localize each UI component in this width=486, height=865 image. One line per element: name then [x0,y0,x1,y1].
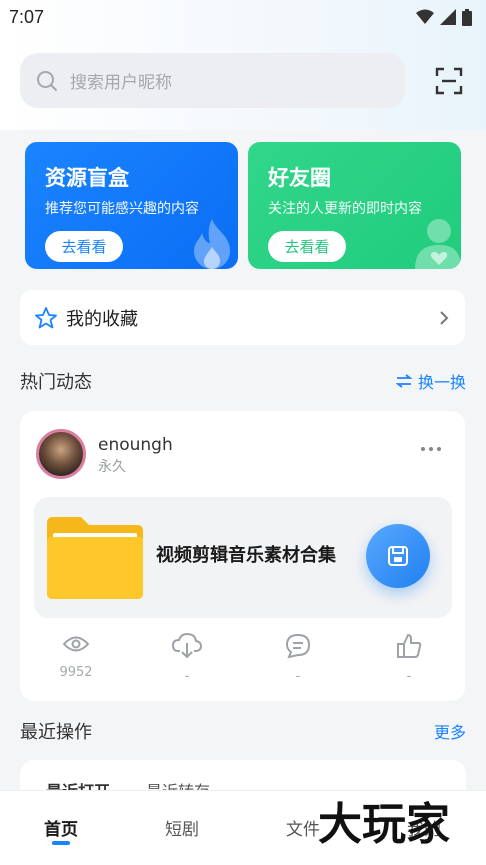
downloads-count: - [184,669,190,684]
likes-count: - [406,669,412,684]
avatar[interactable] [36,429,86,479]
recent-section-header: 最近操作 更多 [20,718,466,744]
more-icon[interactable] [419,444,443,454]
svg-text:大玩家: 大玩家 [318,799,450,847]
resource-item[interactable]: 视频剪辑音乐素材合集 [34,497,452,618]
folder-icon [47,517,143,599]
star-icon [35,306,57,328]
tab-indicator [52,841,70,845]
status-bar: 7:07 [0,0,486,34]
search-row: 搜索用户昵称 [20,53,466,108]
friend-icon [415,219,461,269]
post-stats: 9952 - - - [20,632,465,693]
tab-short-drama[interactable]: 短剧 [165,815,199,840]
favorites-label: 我的收藏 [66,308,138,330]
eye-icon [62,636,90,652]
friends-circle-card[interactable]: 好友圈 关注的人更新的即时内容 去看看 [248,142,461,269]
like-stat[interactable]: - [379,633,439,684]
watermark-logo: 大玩家 [318,799,450,847]
search-icon [37,70,57,91]
refresh-label: 换一换 [417,373,466,392]
card-title: 资源盲盒 [45,166,129,190]
status-icons [416,8,472,26]
cellular-icon [440,9,456,25]
tab-home[interactable]: 首页 [44,815,78,840]
search-placeholder: 搜索用户昵称 [70,73,172,93]
chevron-right-icon [440,311,449,325]
save-icon [388,546,408,566]
recent-section-title: 最近操作 [20,722,92,743]
username[interactable]: enoungh [98,435,173,455]
resource-blindbox-card[interactable]: 资源盲盒 推荐您可能感兴趣的内容 去看看 [25,142,238,269]
status-time: 7:07 [9,6,45,27]
views-stat[interactable]: 9952 [46,633,106,680]
comments-count: - [295,669,301,684]
save-button[interactable] [366,524,430,588]
go-see-button[interactable]: 去看看 [268,231,346,262]
cloud-download-icon [171,632,203,659]
swap-icon [395,374,412,388]
thumbs-up-icon [397,634,422,658]
download-stat[interactable]: - [157,632,217,684]
resource-title: 视频剪辑音乐素材合集 [156,545,336,566]
go-see-button[interactable]: 去看看 [45,231,123,262]
card-title: 好友圈 [268,166,331,190]
card-subtitle: 推荐您可能感兴趣的内容 [45,201,199,217]
hot-section-header: 热门动态 换一换 [20,368,466,394]
my-favorites-row[interactable]: 我的收藏 [20,290,465,345]
post-card[interactable]: enoungh 永久 视频剪辑音乐素材合集 9952 - - - [20,411,465,701]
flame-icon [194,219,230,269]
scan-icon[interactable] [435,67,463,95]
user-subtitle: 永久 [98,459,126,475]
views-count: 9952 [59,665,93,680]
comment-icon [285,633,311,659]
wifi-icon [416,9,434,24]
refresh-button[interactable]: 换一换 [395,369,466,393]
card-subtitle: 关注的人更新的即时内容 [268,201,422,217]
battery-icon [462,8,472,26]
more-link[interactable]: 更多 [434,719,466,743]
comment-stat[interactable]: - [268,633,328,684]
tab-files[interactable]: 文件 [286,815,320,840]
search-input[interactable]: 搜索用户昵称 [20,53,405,108]
hot-section-title: 热门动态 [20,372,92,393]
